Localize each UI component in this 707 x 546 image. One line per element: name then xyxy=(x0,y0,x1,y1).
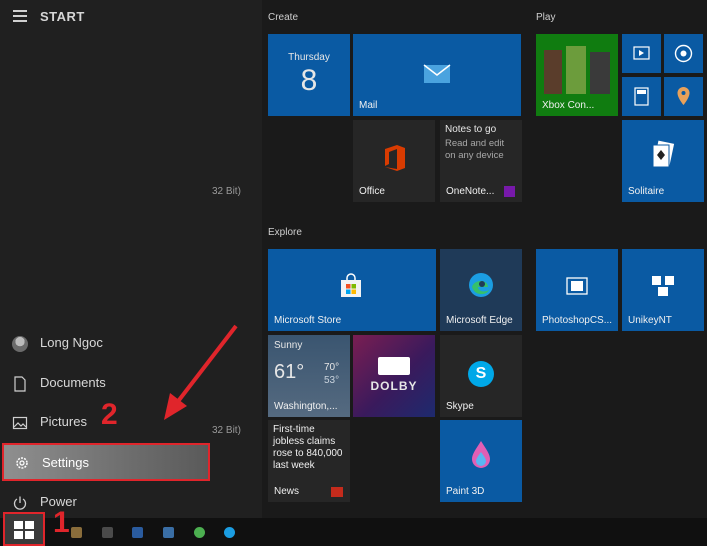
mail-taskbar-icon[interactable] xyxy=(163,527,174,538)
office-icon xyxy=(385,145,405,171)
step-number-1: 1 xyxy=(53,506,70,539)
rail-item-documents[interactable]: Documents xyxy=(0,365,262,403)
tile-office[interactable]: Office xyxy=(353,120,435,202)
tile-paint3d[interactable]: Paint 3D xyxy=(440,420,522,502)
skype-icon: S xyxy=(468,361,494,387)
tile-calendar[interactable]: Thursday 8 xyxy=(268,34,350,116)
xbox-character-icon xyxy=(566,46,586,94)
file-explorer-icon[interactable] xyxy=(71,527,82,538)
tile-skype[interactable]: S Skype xyxy=(440,335,522,417)
group-title-create: Create xyxy=(268,12,299,23)
video-icon xyxy=(633,46,650,60)
tile-news[interactable]: First-time jobless claims rose to 840,00… xyxy=(268,420,350,502)
xbox-character-icon xyxy=(544,50,562,94)
rail-item-pictures[interactable]: Pictures xyxy=(0,404,262,442)
start-title: START xyxy=(40,9,85,24)
tile-maps[interactable] xyxy=(664,77,703,116)
start-button[interactable] xyxy=(3,512,45,546)
weather-low: 53° xyxy=(324,375,340,386)
tile-label: Xbox Con... xyxy=(542,100,595,111)
start-left-rail xyxy=(0,0,262,520)
weather-high: 70° xyxy=(324,362,340,373)
edge-icon xyxy=(469,273,493,297)
tile-dolby[interactable]: DOLBY xyxy=(353,335,435,417)
calendar-day: Thursday xyxy=(288,52,330,63)
tile-label: Washington,... xyxy=(274,401,338,412)
notes-title: Notes to go xyxy=(445,124,497,135)
app-window-icon xyxy=(566,277,588,295)
tile-xbox[interactable]: Xbox Con... xyxy=(536,34,618,116)
xbox-character-icon xyxy=(590,52,610,94)
tile-calculator[interactable] xyxy=(622,77,661,116)
rail-item-user[interactable]: Long Ngoc xyxy=(0,325,262,363)
tile-weather[interactable]: Sunny 61° 70° 53° Washington,... xyxy=(268,335,350,417)
facebook-icon[interactable] xyxy=(132,527,143,538)
notes-subtitle: Read and edit on any device xyxy=(445,138,505,161)
tile-label: Microsoft Store xyxy=(274,315,342,326)
browser-icon[interactable] xyxy=(194,527,205,538)
calculator-icon xyxy=(634,87,649,106)
tile-solitaire[interactable]: Solitaire xyxy=(622,120,704,202)
power-icon xyxy=(13,496,27,510)
onenote-icon xyxy=(504,186,515,197)
tile-label: Mail xyxy=(359,100,378,111)
mail-icon xyxy=(423,64,451,83)
map-pin-icon xyxy=(677,87,690,105)
tile-microsoft-store[interactable]: Microsoft Store xyxy=(268,249,436,331)
dolby-logo-icon xyxy=(378,357,410,375)
windows-logo-icon xyxy=(14,521,34,539)
gear-icon xyxy=(16,457,28,469)
rail-item-label: Documents xyxy=(40,375,106,390)
store-bag-icon xyxy=(341,273,361,297)
cards-icon xyxy=(652,140,675,168)
tile-label: OneNote... xyxy=(446,186,495,197)
tile-label: Office xyxy=(359,186,385,197)
rail-item-label: Settings xyxy=(42,455,89,470)
weather-condition: Sunny xyxy=(274,340,303,351)
news-headline: First-time jobless claims rose to 840,00… xyxy=(273,424,343,471)
tile-label: Solitaire xyxy=(628,186,665,197)
rail-item-label: Pictures xyxy=(40,414,87,429)
tile-movies[interactable] xyxy=(622,34,661,73)
background-app-text: 32 Bit) xyxy=(212,186,241,197)
tile-photoshop[interactable]: PhotoshopCS... xyxy=(536,249,618,331)
tile-microsoft-edge[interactable]: Microsoft Edge xyxy=(440,249,522,331)
store-icon[interactable] xyxy=(102,527,113,538)
news-icon xyxy=(331,487,343,497)
weather-temperature: 61° xyxy=(274,361,305,383)
step-number-2: 2 xyxy=(101,398,118,431)
music-icon xyxy=(674,44,693,63)
tile-label: News xyxy=(274,486,300,497)
tile-label: UnikeyNT xyxy=(628,315,672,326)
calendar-date: 8 xyxy=(300,64,318,97)
group-title-explore: Explore xyxy=(268,227,302,238)
tile-groove[interactable] xyxy=(664,34,703,73)
rail-item-settings[interactable]: Settings xyxy=(2,443,210,481)
tile-label: Microsoft Edge xyxy=(446,315,513,326)
edge-taskbar-icon[interactable] xyxy=(224,527,235,538)
tile-unikey[interactable]: UnikeyNT xyxy=(622,249,704,331)
paint-drop-icon xyxy=(472,441,490,468)
avatar xyxy=(12,336,28,352)
tile-onenote[interactable]: Notes to go Read and edit on any device … xyxy=(440,120,522,202)
keyboard-icon xyxy=(652,276,674,296)
document-icon xyxy=(14,376,26,392)
picture-icon xyxy=(12,416,28,430)
tile-label: PhotoshopCS... xyxy=(542,315,613,326)
hamburger-menu-icon[interactable] xyxy=(13,10,27,22)
rail-item-label: Long Ngoc xyxy=(40,335,103,350)
tile-label: Skype xyxy=(446,401,474,412)
tile-mail[interactable]: Mail xyxy=(353,34,521,116)
tile-label: Paint 3D xyxy=(446,486,485,497)
group-title-play: Play xyxy=(536,12,556,23)
dolby-wordmark: DOLBY xyxy=(370,379,418,393)
